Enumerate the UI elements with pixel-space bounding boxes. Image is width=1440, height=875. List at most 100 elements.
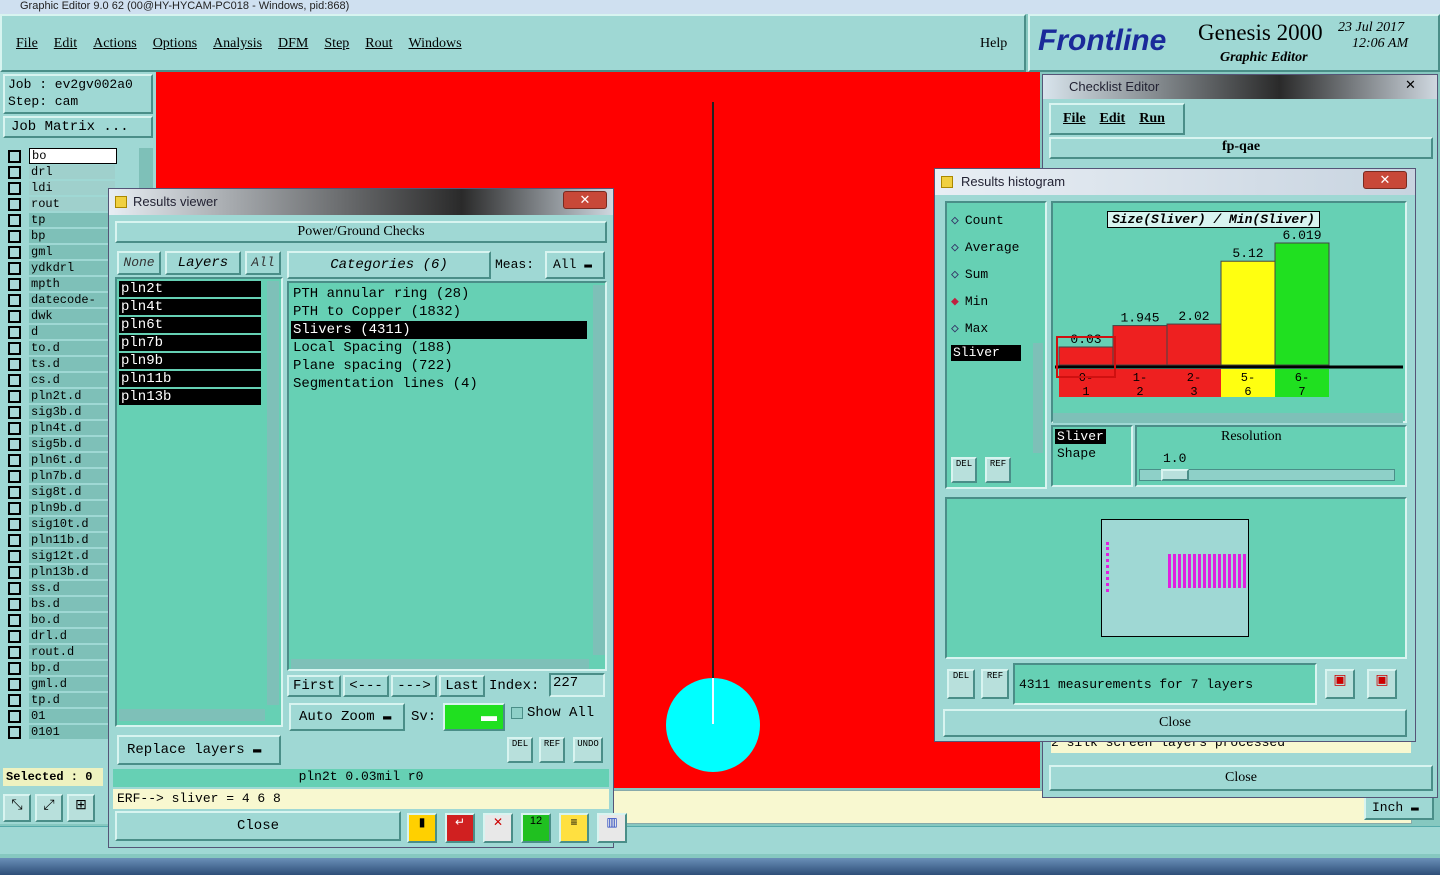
menu-windows[interactable]: Windows [409,36,462,52]
layer-checkbox[interactable] [8,597,21,611]
layer-checkbox[interactable] [8,549,21,563]
layer-checkbox[interactable] [8,517,21,531]
prev-button[interactable]: <--- [343,675,389,697]
category-item[interactable]: Plane spacing (722) [291,357,587,375]
category-item[interactable]: PTH annular ring (28) [291,285,587,303]
layer-checkbox[interactable] [8,533,21,547]
layer-checkbox[interactable] [8,197,21,211]
menu-actions[interactable]: Actions [93,36,137,52]
chart-hscroll[interactable] [1053,413,1403,423]
layer-checkbox[interactable] [8,677,21,691]
shape-item-sliver[interactable]: Sliver [1055,429,1106,444]
index-input[interactable]: 227 [549,673,605,697]
histogram-del-button[interactable]: DEL [947,669,975,699]
viewer-layer-hscroll[interactable] [119,709,265,721]
layer-checkbox[interactable] [8,261,21,275]
bar-2-3[interactable] [1166,323,1222,366]
layer-checkbox[interactable] [8,165,21,179]
sv-color-select[interactable]: ▬ [443,703,505,731]
layer-checkbox[interactable] [8,629,21,643]
bar-1-2[interactable] [1112,325,1168,366]
layer-checkbox[interactable] [8,181,21,195]
tool-icon-2[interactable]: ⤢ [35,794,63,822]
histogram-close-icon[interactable]: ✕ [1363,171,1407,189]
next-button[interactable]: ---> [391,675,437,697]
layer-checkbox[interactable] [8,421,21,435]
category-item[interactable]: Slivers (4311) [291,321,587,339]
layers-none-button[interactable]: None [117,251,161,275]
tool-icon-3[interactable]: ⊞ [67,794,95,822]
viewer-layer-item[interactable]: pln6t [119,317,261,333]
viewer-layer-vscroll[interactable] [267,281,279,705]
layer-checkbox[interactable] [8,373,21,387]
bar-5-6[interactable] [1220,260,1276,366]
menu-rout[interactable]: Rout [365,36,392,52]
option-scrollbar[interactable] [1033,343,1043,453]
category-item[interactable]: PTH to Copper (1832) [291,303,587,321]
show-all-checkbox[interactable] [511,707,523,719]
menu-file[interactable]: File [16,36,38,52]
viewer-del-button[interactable]: DEL [507,737,533,763]
viewer-layer-item[interactable]: pln11b [119,371,261,387]
tool-chart-icon[interactable]: ▮ [407,813,437,843]
viewer-close-button[interactable]: Close [115,811,401,841]
layer-checkbox[interactable] [8,453,21,467]
layer-checkbox[interactable] [8,645,21,659]
viewer-ref-button[interactable]: REF [539,737,565,763]
layer-checkbox[interactable] [8,293,21,307]
first-button[interactable]: First [287,675,341,697]
option-count[interactable]: ◇ Count [951,207,1019,234]
checklist-menu-run[interactable]: Run [1139,111,1165,133]
layer-checkbox[interactable] [8,245,21,259]
menu-analysis[interactable]: Analysis [213,36,262,52]
layer-checkbox[interactable] [8,725,21,739]
job-matrix-button[interactable]: Job Matrix ... [3,116,153,138]
option-max[interactable]: ◇ Max [951,315,1019,342]
layer-checkbox[interactable] [8,501,21,515]
tool-green-icon[interactable]: 12 [521,813,551,843]
layer-checkbox[interactable] [8,341,21,355]
tool-erf-icon[interactable]: ✕ [483,813,513,843]
tool-report-icon[interactable]: ≡ [559,813,589,843]
checklist-close-icon[interactable]: ✕ [1405,77,1416,93]
viewer-close-icon[interactable]: ✕ [563,191,607,209]
layer-checkbox[interactable] [8,709,21,723]
shape-item-shape[interactable]: Shape [1057,446,1131,461]
checklist-menu-file[interactable]: File [1063,111,1086,133]
layer-checkbox[interactable] [8,581,21,595]
layer-checkbox[interactable] [8,213,21,227]
help-menu[interactable]: Help [980,36,1007,52]
menu-step[interactable]: Step [324,36,349,52]
units-select[interactable]: Inch ▬ [1364,796,1434,820]
replace-layers-select[interactable]: Replace layers ▬ [117,735,281,765]
layer-checkbox[interactable] [8,485,21,499]
histogram-close-button[interactable]: Close [943,709,1407,737]
tool-histogram-icon[interactable]: ▥ [597,813,627,843]
measure-item[interactable]: Sliver [951,345,1021,361]
layer-checkbox[interactable] [8,693,21,707]
layer-checkbox[interactable] [8,469,21,483]
tool-icon-1[interactable]: ⤡ [3,794,31,822]
histogram-del-button-top[interactable]: DEL [951,457,977,483]
layer-checkbox[interactable] [8,325,21,339]
bar-0-1[interactable] [1058,346,1114,366]
category-hscroll[interactable] [291,659,589,669]
auto-zoom-select[interactable]: Auto Zoom ▬ [289,703,405,731]
option-sum[interactable]: ◇ Sum [951,261,1019,288]
layer-checkbox[interactable] [8,661,21,675]
checklist-close-button[interactable]: Close [1049,765,1433,791]
last-button[interactable]: Last [439,675,485,697]
option-average[interactable]: ◇ Average [951,234,1019,261]
checklist-menu-edit[interactable]: Edit [1100,111,1126,133]
layer-checkbox[interactable] [8,437,21,451]
viewer-layer-item[interactable]: pln2t [119,281,261,297]
category-item[interactable]: Segmentation lines (4) [291,375,587,393]
layer-checkbox[interactable] [8,277,21,291]
chart-export-icon-2[interactable]: ▣ [1367,669,1397,699]
viewer-layer-item[interactable]: pln4t [119,299,261,315]
bar-6-7[interactable] [1274,242,1330,366]
layer-row[interactable]: bo [4,148,138,164]
histogram-ref-button[interactable]: REF [981,669,1009,699]
category-item[interactable]: Local Spacing (188) [291,339,587,357]
resolution-slider-thumb[interactable] [1161,469,1189,481]
